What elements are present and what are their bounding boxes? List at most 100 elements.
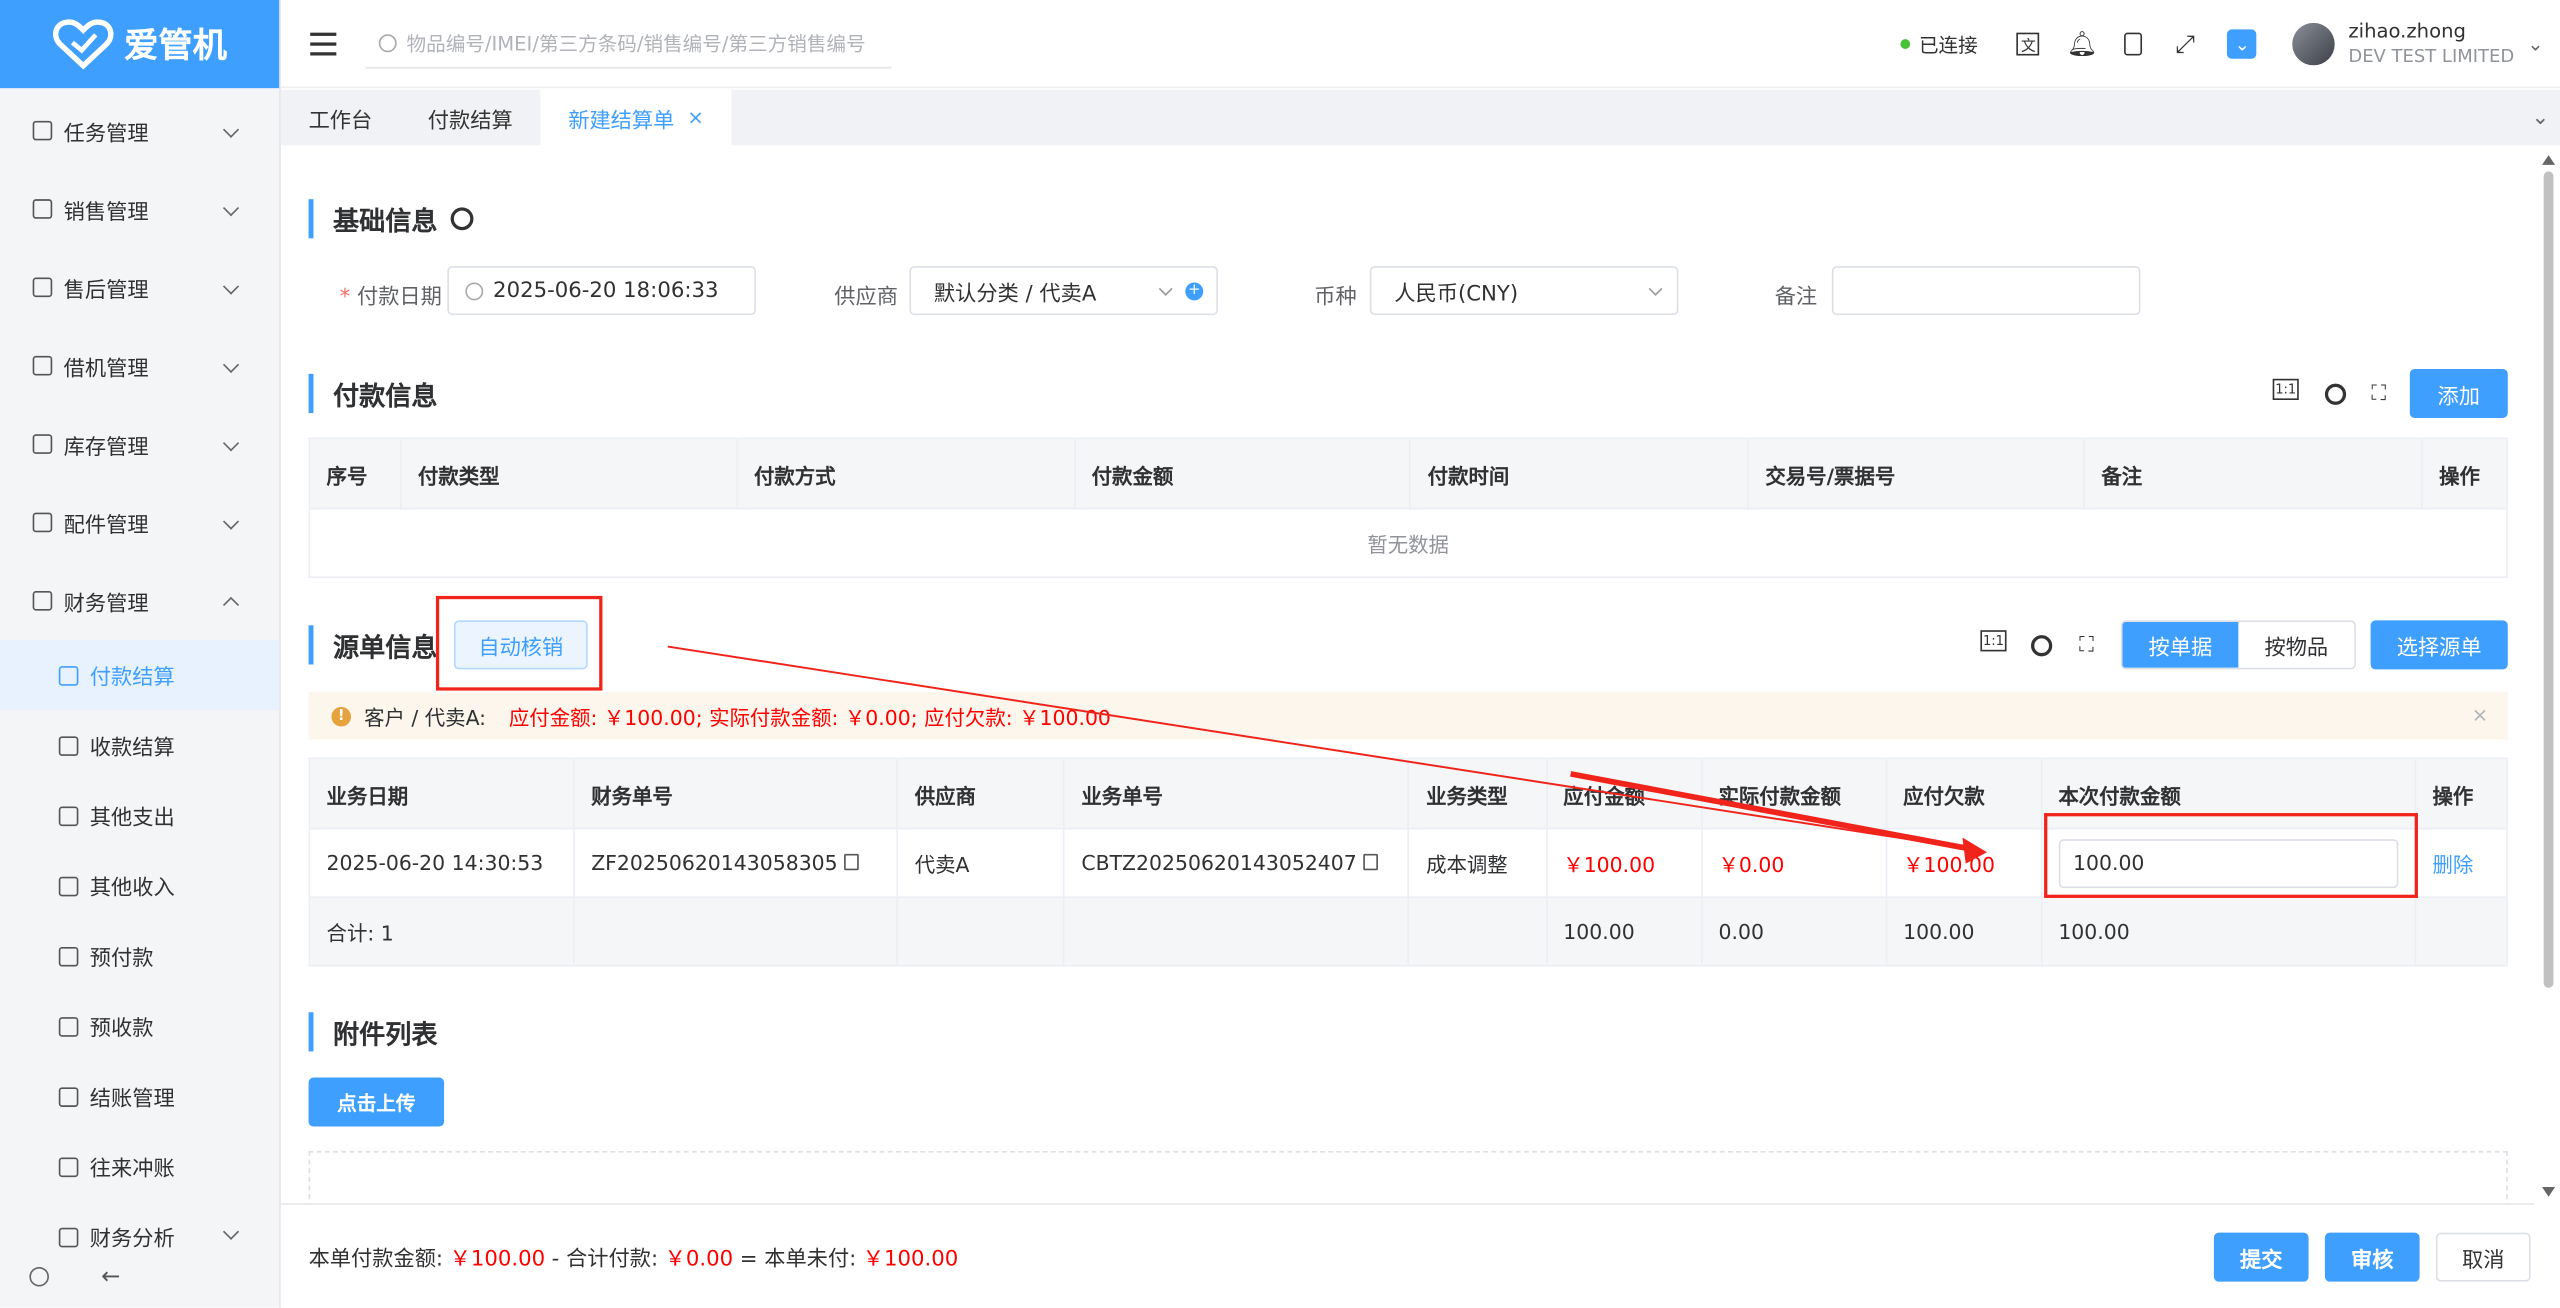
sidebar-sub-other-expense[interactable]: 其他支出 [0,780,279,850]
sidebar-item-label: 配件管理 [63,513,149,538]
sidebar-item-label: 往来冲账 [89,1157,175,1183]
sidebar-item-label: 售后管理 [63,278,149,303]
copy-icon[interactable] [844,853,859,871]
sidebar-sub-payment-settlement[interactable]: 付款结算 [0,640,280,711]
tab-payment-settlement[interactable]: 付款结算 [400,90,540,146]
sidebar-item-finance[interactable]: 财务管理 [0,562,279,640]
by-document-button[interactable]: 按单据 [2122,622,2239,668]
chevron-down-icon [222,121,240,138]
chevron-down-icon [1648,282,1663,296]
collapse-arrow-icon[interactable]: ← [101,1264,120,1290]
close-icon[interactable]: × [687,106,703,129]
task-icon [32,120,53,141]
alert-detail: 应付金额: ￥100.00; 实际付款金额: ￥0.00; 应付欠款: ￥100… [508,705,1111,730]
copy-icon[interactable] [1363,853,1378,871]
dropdown-toggle-icon[interactable]: ⌄ [2227,29,2257,59]
sidebar-item-label: 任务管理 [63,121,149,147]
cancel-button[interactable]: 取消 [2435,1232,2531,1282]
owed-cell: ￥100.00 [1885,827,2042,898]
chevron-up-icon [222,596,240,613]
sidebar-item-parts[interactable]: 配件管理 [0,483,279,561]
upload-dropzone[interactable] [308,1151,2508,1204]
auto-writeoff-button[interactable]: 自动核销 [453,620,588,670]
fullscreen-icon[interactable]: ⛶ [2364,379,2393,408]
payment-date-field[interactable]: 2025-06-20 18:06:33 [447,266,756,316]
finance-no-text: ZF20250620143058305 [591,850,838,876]
gear-icon[interactable] [2320,379,2349,408]
add-payment-button[interactable]: 添加 [2409,368,2508,418]
sidebar-sub-other-income[interactable]: 其他收入 [0,851,279,921]
sidebar-item-inventory[interactable]: 库存管理 [0,405,279,483]
summary-alert: ! 客户 / 代卖A: 应付金额: ￥100.00; 实际付款金额: ￥0.00… [308,692,2508,740]
table-row: 2025-06-20 14:30:53 ZF20250620143058305 … [309,827,2508,898]
sidebar-item-sales[interactable]: 销售管理 [0,170,279,248]
fullscreen-icon[interactable]: ⤢ [2169,28,2202,61]
sidebar-item-label: 其他支出 [89,806,175,832]
sidebar-sub-prepayment[interactable]: 预付款 [0,921,279,991]
bell-icon[interactable]: 🔔︎ [2066,28,2099,61]
upload-button[interactable]: 点击上传 [308,1077,445,1127]
menu-toggle-icon[interactable] [310,31,337,55]
sidebar-item-task[interactable]: 任务管理 [0,91,279,169]
main-content: 基础信息 * 付款日期 2025-06-20 18:06:33 供应商 默认分类… [281,145,2534,1204]
business-date-cell: 2025-06-20 14:30:53 [309,827,575,898]
sidebar-item-loan[interactable]: 借机管理 [0,327,279,405]
gear-icon[interactable] [450,207,474,231]
payment-column-header: 序号 [309,438,402,509]
currency-select[interactable]: 人民币(CNY) [1369,266,1679,316]
sidebar-sub-closing[interactable]: 结账管理 [0,1061,279,1131]
remark-label: 备注 [1774,285,1818,311]
tab-label: 工作台 [308,108,373,134]
status-dot-icon [1900,39,1911,49]
delete-link[interactable]: 删除 [2432,852,2473,876]
book-icon[interactable] [2124,32,2143,56]
business-no-cell: CBTZ20250620143052407 [1064,827,1410,898]
sidebar-item-label: 库存管理 [63,435,149,460]
settings-icon[interactable] [29,1266,49,1287]
this-payment-input[interactable]: 100.00 [2058,838,2399,888]
actual-paid-cell: ￥0.00 [1701,827,1887,898]
translate-icon[interactable]: 文 [2016,32,2040,56]
gear-icon[interactable] [2026,630,2055,659]
user-menu[interactable]: zihao.zhong DEV TEST LIMITED ⌄ [2292,20,2544,69]
payable-cell: ￥100.00 [1546,827,1703,898]
footer-amount-paid: ￥0.00 [664,1247,734,1272]
remark-field[interactable] [1831,266,2141,316]
review-button[interactable]: 审核 [2324,1232,2420,1282]
density-icon[interactable]: 1:1 [1980,630,2007,652]
sidebar-item-after-sales[interactable]: 售后管理 [0,248,279,326]
section-attachments: 附件列表 [308,1012,438,1052]
payment-table: 序号 付款类型 付款方式 付款金额 付款时间 交易号/票据号 备注 操作 暂无数据 [308,437,2508,578]
search-input[interactable]: 物品编号/IMEI/第三方条码/销售编号/第三方销售编号 [365,19,892,68]
finance-icon [32,591,53,611]
tab-label: 付款结算 [427,108,513,134]
by-item-button[interactable]: 按物品 [2238,622,2354,668]
search-icon [378,33,397,52]
logo[interactable]: 爱管机 [0,0,280,89]
payment-column-header: 备注 [2084,438,2423,509]
add-supplier-icon[interactable]: + [1185,282,1204,301]
payment-column-header: 付款方式 [736,438,1076,509]
brand-name: 爱管机 [124,26,227,66]
sidebar-sub-prereceipt[interactable]: 预收款 [0,991,279,1061]
close-icon[interactable]: × [2472,704,2488,727]
chevron-down-icon[interactable]: ⌄ [2521,90,2560,146]
sidebar-sub-receipt-settlement[interactable]: 收款结算 [0,710,279,780]
tab-new-settlement[interactable]: 新建结算单 × [540,89,732,146]
scrollbar[interactable] [2540,152,2556,1200]
this-payment-cell: 100.00 [2041,827,2417,898]
status-text: 已连接 [1918,33,1978,57]
sidebar-sub-offset[interactable]: 往来冲账 [0,1131,279,1201]
source-column-header: 业务日期 [309,758,575,829]
select-source-button[interactable]: 选择源单 [2370,620,2508,670]
supplier-select[interactable]: 默认分类 / 代卖A + [909,266,1218,316]
supplier-value: 默认分类 / 代卖A [933,281,1097,307]
source-column-header: 操作 [2415,758,2508,829]
source-table: 业务日期 财务单号 供应商 业务单号 业务类型 应付金额 实际付款金额 应付欠款 本次付款金额操… [308,757,2508,967]
fullscreen-icon[interactable]: ⛶ [2072,630,2101,659]
tab-workbench[interactable]: 工作台 [281,90,400,146]
density-icon[interactable]: 1:1 [2272,378,2299,400]
chevron-down-icon [222,356,240,373]
view-mode-toggle: 按单据 按物品 [2120,620,2356,670]
submit-button[interactable]: 提交 [2213,1232,2309,1282]
